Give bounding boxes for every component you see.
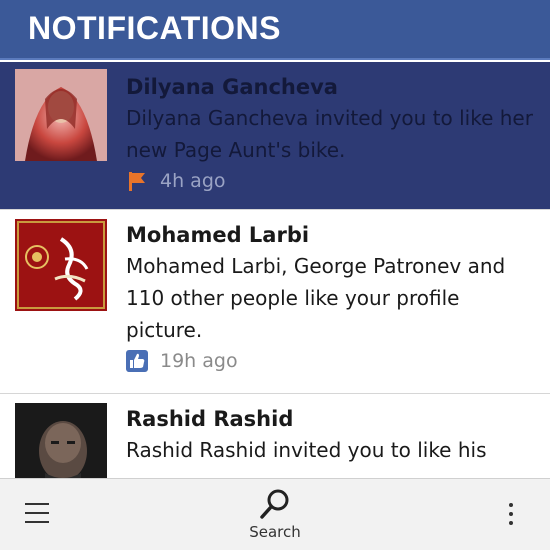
notification-time: 19h ago: [160, 350, 238, 372]
notification-item[interactable]: Rashid Rashid Rashid Rashid invited you …: [0, 394, 550, 478]
notification-item[interactable]: Mohamed Larbi Mohamed Larbi, George Patr…: [0, 210, 550, 394]
notification-meta: 19h ago: [126, 350, 536, 372]
app-header: NOTIFICATIONS: [0, 0, 550, 60]
notification-text: Mohamed Larbi, George Patronev and 110 o…: [126, 254, 506, 342]
bottom-action-bar: Search: [0, 478, 550, 550]
notifications-list[interactable]: Dilyana Gancheva Dilyana Gancheva invite…: [0, 62, 550, 478]
page-flag-icon: [126, 170, 148, 192]
search-label: Search: [249, 523, 301, 541]
notification-name: Rashid Rashid: [126, 407, 294, 431]
avatar[interactable]: [15, 403, 107, 478]
avatar-photo-dilyana: [15, 69, 107, 161]
notification-text: Rashid Rashid invited you to like his: [126, 438, 487, 462]
notification-meta: 4h ago: [126, 170, 536, 192]
search-button[interactable]: Search: [240, 487, 310, 547]
notification-item[interactable]: Dilyana Gancheva Dilyana Gancheva invite…: [0, 62, 550, 210]
avatar[interactable]: [15, 219, 107, 311]
notification-content: Rashid Rashid Rashid Rashid invited you …: [126, 404, 536, 466]
notification-name: Dilyana Gancheva: [126, 75, 338, 99]
notification-name: Mohamed Larbi: [126, 223, 310, 247]
notification-text: Dilyana Gancheva invited you to like her…: [126, 106, 533, 162]
avatar-calligraphy: [15, 219, 107, 311]
page-title: NOTIFICATIONS: [28, 10, 281, 46]
notification-time: 4h ago: [160, 170, 226, 192]
more-vertical-icon[interactable]: [509, 503, 515, 527]
notification-content: Mohamed Larbi Mohamed Larbi, George Patr…: [126, 220, 536, 372]
hamburger-menu-icon[interactable]: [25, 503, 49, 525]
like-thumb-icon: [126, 350, 148, 372]
avatar[interactable]: [15, 69, 107, 161]
search-icon: [260, 489, 289, 519]
avatar-photo-rashid: [15, 403, 107, 478]
notification-content: Dilyana Gancheva Dilyana Gancheva invite…: [126, 72, 536, 192]
